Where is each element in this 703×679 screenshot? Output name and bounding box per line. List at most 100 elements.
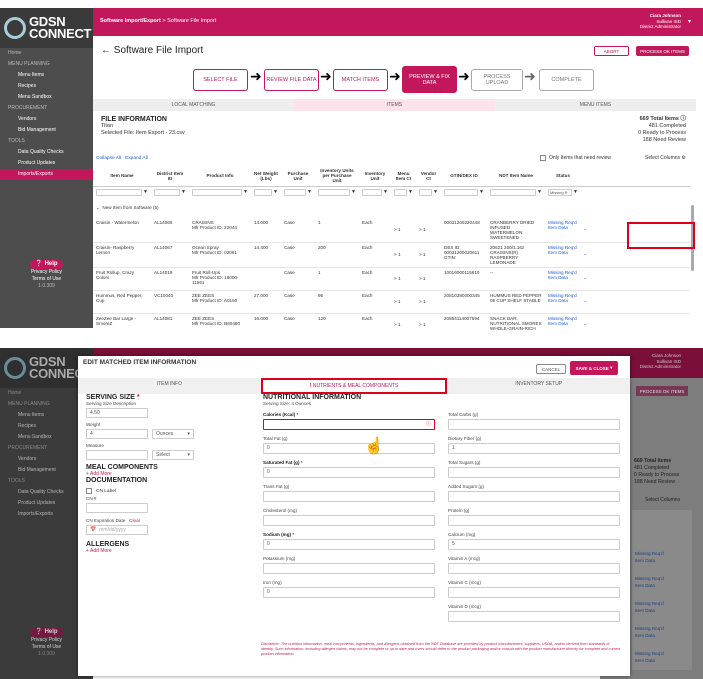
tab-item-info[interactable]: ITEM INFO <box>78 378 261 394</box>
tab-items[interactable]: ITEMS <box>294 99 495 111</box>
table-row[interactable]: Fruit Rollup, Crazy Colors AL14019 Fruit R… <box>93 267 690 291</box>
privacy-link[interactable]: Privacy Policy <box>0 269 93 276</box>
cn-number-input[interactable] <box>86 503 148 513</box>
column-header[interactable]: Item Name <box>93 166 151 186</box>
row-menu-icon[interactable]: – <box>581 290 690 314</box>
nutrient-input[interactable] <box>263 515 435 526</box>
logo[interactable]: GDSN CONNECT <box>0 8 93 48</box>
need-review-checkbox[interactable] <box>540 155 546 161</box>
breadcrumb-parent[interactable]: Software Import/Export <box>100 18 161 24</box>
sidebar-item-bid-management[interactable]: Bid Management <box>0 125 93 136</box>
column-filter[interactable]: ▼ <box>189 186 251 198</box>
clear-date-link[interactable]: Clear <box>129 518 140 523</box>
column-header[interactable]: Purchase Unit <box>281 166 315 186</box>
nutrient-input[interactable]: 1 <box>448 443 620 454</box>
filter-icon[interactable]: ▼ <box>351 189 356 195</box>
chevron-down-icon[interactable]: ⌄ <box>96 205 100 210</box>
group-row[interactable]: ⌄ New Item from Software (5) <box>93 198 690 218</box>
column-filter[interactable]: ▼ <box>441 186 487 198</box>
row-menu-icon[interactable]: – <box>581 313 690 330</box>
table-row[interactable]: ZeeZee Bar Large - SmoreZ AL14081 ZEE ZEES… <box>93 313 690 330</box>
filter-icon[interactable]: ▼ <box>383 189 388 195</box>
cn-expiration-input[interactable]: 📅 mm/dd/yyyy <box>86 525 148 535</box>
column-filter[interactable]: ▼ <box>151 186 189 198</box>
nutrient-input[interactable]: 0 <box>263 587 435 598</box>
nutrient-input[interactable] <box>263 563 435 574</box>
sidebar-item-imports-exports[interactable]: Imports/Exports <box>0 169 93 180</box>
nutrient-input[interactable] <box>263 491 435 502</box>
table-row[interactable]: Craisin - Watermelon AL14066 CRAISINS Mfr P… <box>93 217 690 243</box>
terms-link[interactable]: Terms of Use <box>0 276 93 283</box>
status-link[interactable]: Missing Req'd Item Data <box>545 267 581 291</box>
filter-icon[interactable]: ▼ <box>408 189 413 195</box>
column-header[interactable]: Product Info <box>189 166 251 186</box>
sidebar-item-menu-items[interactable]: Menu Items <box>0 70 93 81</box>
filter-icon[interactable]: ▼ <box>143 189 148 195</box>
sidebar-item-home[interactable]: Home <box>0 48 93 59</box>
chevron-down-icon[interactable]: ▾ <box>688 18 691 25</box>
user-menu[interactable]: Ciara Johnson Sullivan ISD District Admini… <box>640 13 681 30</box>
step-review-file-data[interactable]: REVIEW FILE DATA <box>264 69 319 91</box>
cn-label-checkbox-row[interactable]: CN Label <box>86 488 246 494</box>
status-link[interactable]: Missing Req'd Item Data <box>545 290 581 314</box>
need-review-filter[interactable]: Only Items that need review <box>540 155 611 161</box>
filter-icon[interactable]: ▼ <box>273 189 278 195</box>
weight-unit-select[interactable]: Ounces ▾ <box>152 429 194 439</box>
filter-icon[interactable]: ▼ <box>479 189 484 195</box>
column-filter[interactable]: Missing R ▼ <box>545 186 581 198</box>
sidebar-item-vendors[interactable]: Vendors <box>0 114 93 125</box>
step-select-file[interactable]: SELECT FILE <box>193 69 248 91</box>
nutrient-input[interactable] <box>448 419 620 430</box>
measure-input[interactable] <box>86 450 148 460</box>
filter-icon[interactable]: ▼ <box>537 189 542 195</box>
step-complete[interactable]: COMPLETE <box>539 69 594 91</box>
column-header[interactable]: Vendor Ct <box>416 166 441 186</box>
collapse-all-link[interactable]: Collapse All <box>96 156 121 161</box>
measure-unit-select[interactable]: Select ▾ <box>152 450 194 460</box>
status-link[interactable]: Missing Req'd Item Data <box>545 242 581 268</box>
filter-icon[interactable]: ▼ <box>307 189 312 195</box>
info-icon[interactable]: ⓘ <box>680 116 686 122</box>
filter-icon[interactable]: ▼ <box>243 189 248 195</box>
column-filter[interactable]: ▼ <box>281 186 315 198</box>
nutrient-input[interactable] <box>448 563 620 574</box>
chevron-down-icon[interactable]: ▾ <box>610 365 612 371</box>
table-row[interactable]: Hummus, Red Pepper, Cup VC10040 ZEE ZEES Mf… <box>93 290 690 314</box>
select-columns[interactable]: Select Columns ⚙ <box>645 155 686 161</box>
status-link[interactable]: Missing Req'd Item Data <box>545 217 581 243</box>
filter-icon[interactable]: ▼ <box>433 189 438 195</box>
sidebar-item-data-quality-checks[interactable]: Data Quality Checks <box>0 147 93 158</box>
column-header[interactable]: Net Weight (Lbs) <box>251 166 281 186</box>
column-filter[interactable]: ▼ <box>251 186 281 198</box>
abort-button[interactable]: ABORT <box>594 46 629 56</box>
cn-label-checkbox[interactable] <box>86 488 92 494</box>
nutrient-input[interactable]: 0 <box>263 539 435 550</box>
serving-size-description-input[interactable]: 4.50 <box>86 408 148 418</box>
column-filter[interactable]: ▼ <box>93 186 151 198</box>
filter-icon[interactable]: ▼ <box>573 189 578 195</box>
nutrient-input[interactable] <box>448 587 620 598</box>
cancel-button[interactable]: CANCEL <box>536 364 566 374</box>
calendar-icon[interactable]: 📅 <box>90 527 96 533</box>
sidebar-item-recipes[interactable]: Recipes <box>0 81 93 92</box>
step-match-items[interactable]: MATCH ITEMS <box>333 69 388 91</box>
nutrient-input[interactable] <box>448 491 620 502</box>
tab-nutrients-meal-components[interactable]: ! NUTRIENTS & MEAL COMPONENTS <box>260 378 448 394</box>
tab-inventory-setup[interactable]: INVENTORY SETUP <box>447 378 630 394</box>
tab-menu-items[interactable]: MENU ITEMS <box>495 99 696 111</box>
nutrient-input[interactable] <box>448 515 620 526</box>
sidebar-item-product-updates[interactable]: Product Updates <box>0 158 93 169</box>
filter-icon[interactable]: ▼ <box>181 189 186 195</box>
column-header[interactable]: Inventory Unit <box>359 166 391 186</box>
row-menu-icon[interactable]: – <box>581 267 690 291</box>
nutrient-input[interactable]: 0 <box>263 443 435 454</box>
nutrient-input[interactable]: 5 <box>448 539 620 550</box>
column-header[interactable]: District Item ID <box>151 166 189 186</box>
column-header[interactable]: Inventory Units per Purchase Unit <box>315 166 359 186</box>
column-filter[interactable]: ▼ <box>315 186 359 198</box>
column-header[interactable]: Status <box>545 166 581 186</box>
expand-all-link[interactable]: Expand All <box>125 156 148 161</box>
add-allergen-link[interactable]: + Add More <box>86 548 246 554</box>
process-ok-items-button[interactable]: PROCESS OK ITEMS <box>636 46 689 56</box>
step-preview-fix-data[interactable]: PREVIEW & FIX DATA <box>402 66 457 93</box>
